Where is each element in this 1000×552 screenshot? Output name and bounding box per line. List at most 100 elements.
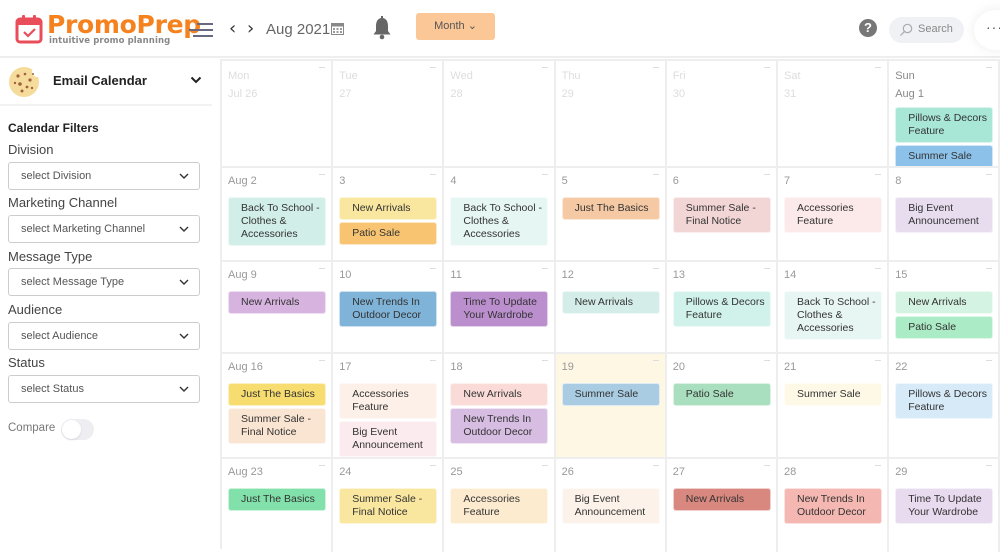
view-mode-dropdown[interactable]: Month ⌄ [416, 13, 495, 40]
calendar-event[interactable]: Summer Sale - Final Notice [339, 488, 438, 524]
calendar-day-cell[interactable]: 4 Back To School - Clothes & Accessories [444, 168, 556, 260]
day-menu-icon[interactable] [430, 174, 437, 175]
calendar-day-cell[interactable]: 5 Just The Basics [556, 168, 667, 260]
calendar-day-cell[interactable]: 21 Summer Sale [778, 354, 890, 457]
menu-toggle-icon[interactable] [189, 21, 213, 37]
day-menu-icon[interactable] [763, 67, 770, 68]
calendar-event[interactable]: New Arrivals [561, 291, 660, 314]
calendar-day-cell[interactable]: Aug 23 Just The Basics [222, 459, 334, 552]
calendar-day-cell[interactable]: Sun Aug 1 Pillows & Decors Feature Summer … [889, 61, 1000, 168]
calendar-day-cell[interactable]: Tue 27 [333, 61, 445, 166]
calendar-event[interactable]: Accessories Feature [450, 488, 549, 524]
day-menu-icon[interactable] [875, 360, 882, 361]
calendar-day-cell[interactable]: 18 New Arrivals New Trends In Outdoor Deco… [444, 354, 556, 457]
day-menu-icon[interactable] [541, 67, 548, 68]
day-menu-icon[interactable] [652, 174, 659, 175]
calendar-day-cell[interactable]: 25 Accessories Feature [444, 459, 556, 552]
calendar-event[interactable]: Accessories Feature [784, 197, 882, 233]
day-menu-icon[interactable] [319, 268, 326, 269]
day-menu-icon[interactable] [763, 360, 770, 361]
calendar-event[interactable]: Time To Update Your Wardrobe [895, 488, 994, 524]
day-menu-icon[interactable] [763, 465, 770, 466]
marketing-channel-select[interactable]: select Marketing Channel [8, 215, 200, 243]
calendar-event[interactable]: Pillows & Decors Feature [895, 107, 994, 143]
calendar-day-cell[interactable]: 28 New Trends In Outdoor Decor [778, 459, 890, 552]
calendar-event[interactable]: New Arrivals [339, 197, 438, 220]
calendar-day-cell[interactable]: 27 New Arrivals [667, 459, 778, 552]
calendar-event[interactable]: Pillows & Decors Feature [672, 291, 771, 327]
calendar-day-cell[interactable]: 17 Accessories Feature Big Event Announcem… [333, 354, 445, 457]
calendar-event[interactable]: New Trends In Outdoor Decor [784, 488, 882, 524]
calendar-day-cell[interactable]: 15 New Arrivals Patio Sale [889, 262, 1000, 352]
day-menu-icon[interactable] [319, 465, 326, 466]
calendar-day-cell[interactable]: Aug 16 Just The Basics Summer Sale - Final… [222, 354, 334, 457]
day-menu-icon[interactable] [763, 174, 770, 175]
calendar-day-cell[interactable]: Aug 2 Back To School - Clothes & Accessor… [222, 168, 334, 260]
audience-select[interactable]: select Audience [8, 322, 200, 350]
day-menu-icon[interactable] [986, 67, 993, 68]
calendar-day-cell[interactable]: Aug 9 New Arrivals [222, 262, 334, 352]
next-month-button[interactable]: › [247, 18, 254, 39]
calendar-day-cell[interactable]: Fri 30 [667, 61, 778, 166]
day-menu-icon[interactable] [763, 268, 770, 269]
calendar-event[interactable]: Patio Sale [339, 222, 438, 245]
calendar-event[interactable]: New Arrivals [228, 291, 326, 314]
calendar-day-cell[interactable]: Sat 31 [778, 61, 890, 166]
status-select[interactable]: select Status [8, 375, 200, 403]
day-menu-icon[interactable] [875, 268, 882, 269]
calendar-event[interactable]: Big Event Announcement [339, 421, 438, 457]
calendar-event[interactable]: Back To School - Clothes & Accessories [450, 197, 549, 246]
division-select[interactable]: select Division [8, 162, 200, 190]
logo[interactable]: PromoPrep intuitive promo planning [15, 10, 201, 48]
calendar-day-cell[interactable]: 13 Pillows & Decors Feature [667, 262, 778, 352]
calendar-day-cell[interactable]: 6 Summer Sale - Final Notice [667, 168, 778, 260]
calendar-day-cell[interactable]: 10 New Trends In Outdoor Decor [333, 262, 445, 352]
calendar-day-cell[interactable]: 22 Pillows & Decors Feature [889, 354, 1000, 457]
search-button[interactable]: Search [889, 17, 964, 43]
calendar-event[interactable]: New Arrivals [450, 383, 549, 406]
calendar-event[interactable]: Time To Update Your Wardrobe [450, 291, 549, 327]
calendar-event[interactable]: Just The Basics [561, 197, 660, 220]
day-menu-icon[interactable] [541, 360, 548, 361]
calendar-event[interactable]: New Trends In Outdoor Decor [339, 291, 438, 327]
day-menu-icon[interactable] [319, 360, 326, 361]
compare-toggle[interactable] [61, 419, 94, 440]
day-menu-icon[interactable] [430, 360, 437, 361]
calendar-event[interactable]: Just The Basics [228, 488, 326, 511]
calendar-selector[interactable]: Email Calendar [0, 60, 212, 106]
calendar-event[interactable]: Summer Sale [784, 383, 882, 406]
calendar-event[interactable]: Summer Sale - Final Notice [672, 197, 771, 233]
help-icon[interactable]: ? [859, 19, 877, 37]
calendar-day-cell[interactable]: 14 Back To School - Clothes & Accessories [778, 262, 890, 352]
calendar-event[interactable]: Just The Basics [228, 383, 326, 406]
day-menu-icon[interactable] [875, 465, 882, 466]
more-options-button[interactable]: ··· [974, 10, 1000, 50]
day-menu-icon[interactable] [541, 465, 548, 466]
calendar-event[interactable]: Pillows & Decors Feature [895, 383, 994, 419]
day-menu-icon[interactable] [986, 360, 993, 361]
day-menu-icon[interactable] [319, 174, 326, 175]
calendar-day-cell[interactable]: 12 New Arrivals [556, 262, 667, 352]
previous-month-button[interactable]: ‹ [229, 18, 236, 39]
day-menu-icon[interactable] [986, 268, 993, 269]
calendar-event[interactable]: Summer Sale [895, 145, 994, 168]
day-menu-icon[interactable] [652, 360, 659, 361]
calendar-day-cell[interactable]: 26 Big Event Announcement [556, 459, 667, 552]
calendar-day-cell[interactable]: 3 New Arrivals Patio Sale [333, 168, 445, 260]
day-menu-icon[interactable] [430, 268, 437, 269]
calendar-event[interactable]: Patio Sale [672, 383, 771, 406]
calendar-event[interactable]: New Arrivals [895, 291, 994, 314]
calendar-day-cell[interactable]: 24 Summer Sale - Final Notice [333, 459, 445, 552]
day-menu-icon[interactable] [986, 174, 993, 175]
day-menu-icon[interactable] [986, 465, 993, 466]
calendar-event[interactable]: Back To School - Clothes & Accessories [784, 291, 882, 340]
calendar-event[interactable]: Big Event Announcement [895, 197, 994, 233]
day-menu-icon[interactable] [430, 67, 437, 68]
calendar-day-cell[interactable]: Thu 29 [556, 61, 667, 166]
current-month-label[interactable]: Aug 2021 [266, 21, 330, 38]
calendar-event[interactable]: Accessories Feature [339, 383, 438, 419]
message-type-select[interactable]: select Message Type [8, 268, 200, 296]
day-menu-icon[interactable] [652, 268, 659, 269]
calendar-day-cell[interactable]: Mon Jul 26 [222, 61, 334, 166]
calendar-day-cell[interactable]: 20 Patio Sale [667, 354, 778, 457]
